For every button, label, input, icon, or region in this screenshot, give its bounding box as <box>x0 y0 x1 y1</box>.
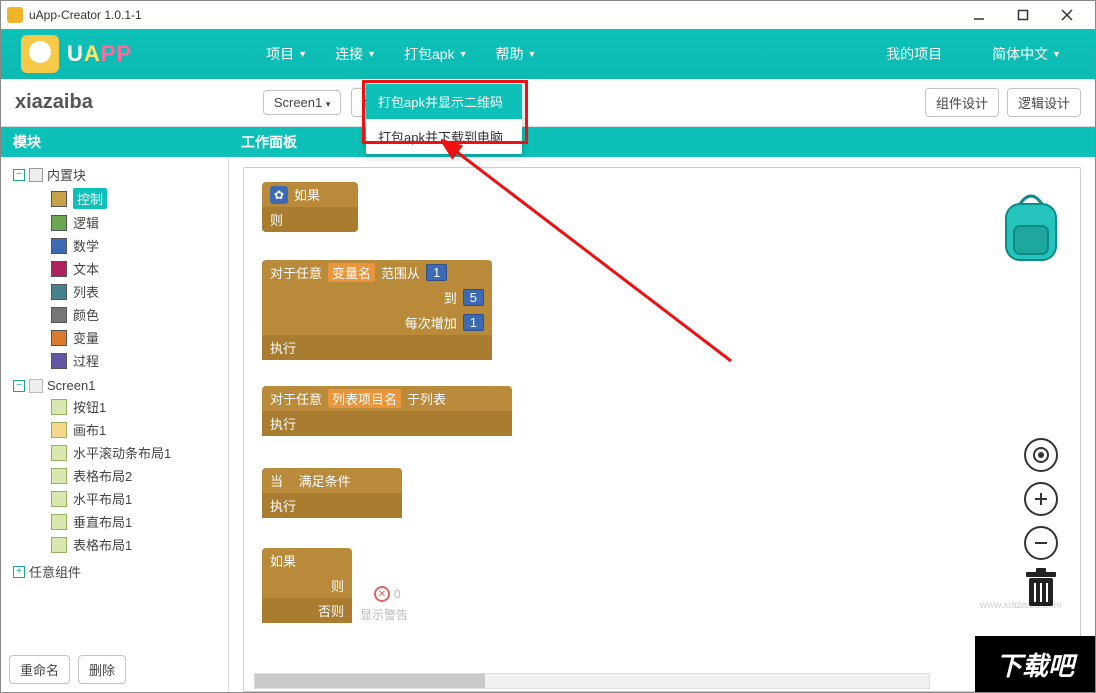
lion-icon <box>21 35 59 73</box>
block-for-each[interactable]: 对于任意列表项目名于列表 执行 <box>262 386 512 436</box>
builtin-label[interactable]: 内置块 <box>47 165 86 184</box>
component-icon <box>51 491 67 507</box>
category-lists[interactable]: 列表 <box>7 280 224 303</box>
zoom-out-button[interactable] <box>1024 526 1058 560</box>
component-icon <box>51 445 67 461</box>
left-panel: 模块 − 内置块 控制 逻辑 数学 文本 列表 颜色 变量 过程 − Scree… <box>1 127 229 692</box>
dropdown-item-download[interactable]: 打包apk并下载到电脑 <box>366 119 522 154</box>
folder-icon <box>29 168 43 182</box>
menu-build-apk[interactable]: 打包apk▼ <box>390 44 482 64</box>
category-text[interactable]: 文本 <box>7 257 224 280</box>
screen-node[interactable]: Screen1 <box>47 378 95 393</box>
chevron-down-icon: ▾ <box>326 99 331 109</box>
workspace-title: 工作面板 <box>229 127 1095 157</box>
component-row[interactable]: 画布1 <box>7 418 224 441</box>
block-for-range[interactable]: 对于任意变量名范围从1 到5 每次增加1 执行 <box>262 260 492 360</box>
close-button[interactable] <box>1045 1 1089 29</box>
block-if-else[interactable]: 如果 则 否则 <box>262 548 352 623</box>
workspace-canvas[interactable]: ✿如果 则 对于任意变量名范围从1 到5 每次增加1 执行 对于任意列表项目名于… <box>243 167 1081 692</box>
component-icon <box>51 399 67 415</box>
any-component-node[interactable]: 任意组件 <box>29 562 81 581</box>
warning-indicator[interactable]: ✕ 0 <box>374 586 401 602</box>
menu-project[interactable]: 项目▼ <box>252 44 321 64</box>
component-row[interactable]: 表格布局1 <box>7 533 224 556</box>
designer-button[interactable]: 组件设计 <box>925 88 999 117</box>
rename-button[interactable]: 重命名 <box>9 655 70 684</box>
color-swatch-icon <box>51 261 67 277</box>
toolbar: xiazaiba Screen1 ▾ 增加屏幕 组件设计 逻辑设计 <box>1 79 1095 127</box>
workspace-canvas-wrap: ✿如果 则 对于任意变量名范围从1 到5 每次增加1 执行 对于任意列表项目名于… <box>229 157 1095 692</box>
component-row[interactable]: 水平滚动条布局1 <box>7 441 224 464</box>
horizontal-scrollbar[interactable] <box>254 673 930 689</box>
tree-footer: 重命名 删除 <box>1 647 229 692</box>
minimize-button[interactable] <box>957 1 1001 29</box>
chevron-down-icon: ▼ <box>1052 49 1061 59</box>
chevron-down-icon: ▼ <box>298 49 307 59</box>
component-icon <box>51 422 67 438</box>
build-apk-dropdown: 打包apk并显示二维码 打包apk并下载到电脑 <box>366 84 522 154</box>
color-swatch-icon <box>51 284 67 300</box>
color-swatch-icon <box>51 215 67 231</box>
block-if[interactable]: ✿如果 则 <box>262 182 358 232</box>
category-logic[interactable]: 逻辑 <box>7 211 224 234</box>
component-icon <box>51 468 67 484</box>
category-control[interactable]: 控制 <box>7 186 224 211</box>
window-titlebar: uApp-Creator 1.0.1-1 <box>1 1 1095 29</box>
right-panel: 工作面板 ✿如果 则 对于任意变量名范围从1 到5 每次增加1 执行 对于任意列… <box>229 127 1095 692</box>
component-icon <box>51 514 67 530</box>
watermark: www.xiazaiba.com <box>980 600 1062 611</box>
menu-help[interactable]: 帮助▼ <box>482 44 551 64</box>
logo: UAPP <box>21 35 132 73</box>
project-name: xiazaiba <box>15 91 93 114</box>
zoom-controls <box>1024 438 1058 560</box>
window-title: uApp-Creator 1.0.1-1 <box>29 8 142 22</box>
menu-language[interactable]: 简体中文▼ <box>978 44 1075 64</box>
component-row[interactable]: 垂直布局1 <box>7 510 224 533</box>
app-icon <box>7 7 23 23</box>
component-row[interactable]: 按钮1 <box>7 395 224 418</box>
recenter-button[interactable] <box>1024 438 1058 472</box>
chevron-down-icon: ▼ <box>367 49 376 59</box>
logo-text: UAPP <box>67 41 132 67</box>
menu-connect[interactable]: 连接▼ <box>321 44 390 64</box>
category-math[interactable]: 数学 <box>7 234 224 257</box>
color-swatch-icon <box>51 238 67 254</box>
download-badge: 下载吧 <box>975 636 1095 692</box>
blocks-tree: − 内置块 控制 逻辑 数学 文本 列表 颜色 变量 过程 − Screen1 … <box>1 157 229 647</box>
maximize-button[interactable] <box>1001 1 1045 29</box>
screen-icon <box>29 379 43 393</box>
backpack-icon <box>998 190 1064 266</box>
category-variables[interactable]: 变量 <box>7 326 224 349</box>
left-panel-title: 模块 <box>1 127 229 157</box>
component-row[interactable]: 水平布局1 <box>7 487 224 510</box>
color-swatch-icon <box>51 330 67 346</box>
chevron-down-icon: ▼ <box>459 49 468 59</box>
blocks-button[interactable]: 逻辑设计 <box>1007 88 1081 117</box>
collapse-icon[interactable]: − <box>13 380 25 392</box>
block-while[interactable]: 当 满足条件 执行 <box>262 468 402 518</box>
component-icon <box>51 537 67 553</box>
warning-label[interactable]: 显示警告 <box>360 606 408 623</box>
color-swatch-icon <box>51 307 67 323</box>
color-swatch-icon <box>51 353 67 369</box>
dropdown-item-qr[interactable]: 打包apk并显示二维码 <box>366 84 522 119</box>
chevron-down-icon: ▼ <box>528 49 537 59</box>
delete-button[interactable]: 删除 <box>78 655 126 684</box>
main-area: 模块 − 内置块 控制 逻辑 数学 文本 列表 颜色 变量 过程 − Scree… <box>1 127 1095 692</box>
top-nav: UAPP 项目▼ 连接▼ 打包apk▼ 帮助▼ 我的项目 简体中文▼ <box>1 29 1095 79</box>
component-row[interactable]: 表格布局2 <box>7 464 224 487</box>
menu-my-projects[interactable]: 我的项目 <box>872 44 956 64</box>
backpack[interactable] <box>998 190 1064 266</box>
screen-select[interactable]: Screen1 ▾ <box>263 90 342 115</box>
error-icon: ✕ <box>374 586 390 602</box>
color-swatch-icon <box>51 191 67 207</box>
category-colors[interactable]: 颜色 <box>7 303 224 326</box>
expand-icon[interactable]: + <box>13 566 25 578</box>
scrollbar-thumb[interactable] <box>255 674 485 688</box>
zoom-in-button[interactable] <box>1024 482 1058 516</box>
gear-icon[interactable]: ✿ <box>270 186 288 204</box>
collapse-icon[interactable]: − <box>13 169 25 181</box>
category-procedures[interactable]: 过程 <box>7 349 224 372</box>
